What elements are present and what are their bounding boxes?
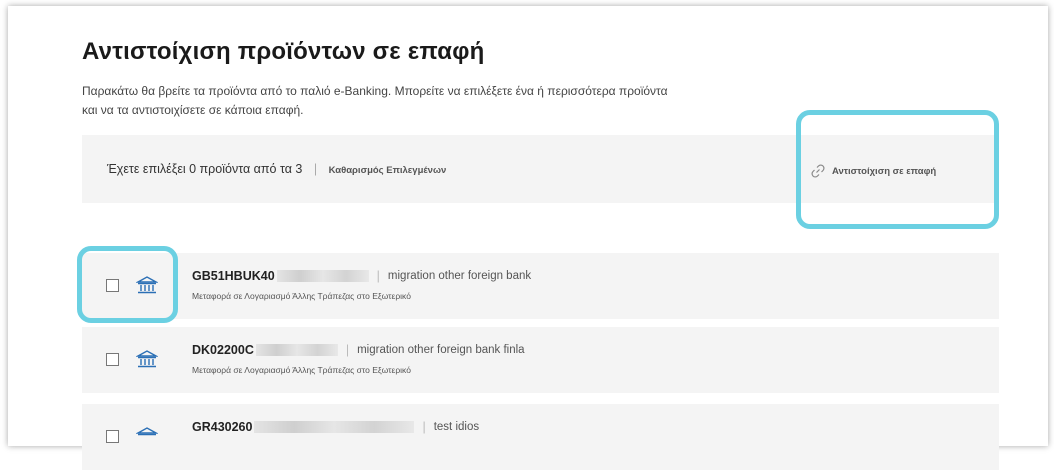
clear-selection-button[interactable]: Καθαρισμός Επιλεγμένων: [329, 165, 447, 176]
highlight-match-button: [796, 110, 999, 229]
account-line: DK02200C | migration other foreign bank …: [192, 343, 525, 357]
product-checkbox[interactable]: [106, 430, 119, 443]
account-line: GB51HBUK40 | migration other foreign ban…: [192, 269, 531, 283]
account-nickname: test idios: [433, 421, 480, 433]
account-number: GR430260: [192, 420, 253, 434]
separator: |: [376, 269, 380, 283]
separator: |: [422, 420, 426, 434]
bank-icon: [136, 350, 158, 368]
account-type: Μεταφορά σε Λογαριασμό Άλλης Τράπεζας στ…: [192, 365, 411, 375]
account-nickname: migration other foreign bank finla: [357, 344, 525, 356]
separator: |: [313, 162, 318, 176]
account-nickname: migration other foreign bank: [387, 270, 532, 282]
masked-digits: [255, 344, 338, 356]
masked-digits: [276, 270, 369, 282]
account-number: DK02200C: [192, 343, 254, 357]
product-row[interactable]: DK02200C | migration other foreign bank …: [82, 327, 999, 393]
product-row[interactable]: GB51HBUK40 | migration other foreign ban…: [82, 253, 999, 319]
selection-summary: Έχετε επιλέξει 0 προϊόντα από τα 3 | Καθ…: [107, 162, 446, 176]
page-description: Παρακάτω θα βρείτε τα προϊόντα από το πα…: [82, 84, 668, 117]
bank-icon: [136, 427, 158, 436]
selection-count: Έχετε επιλέξει 0 προϊόντα από τα 3: [107, 162, 303, 176]
product-checkbox[interactable]: [106, 353, 119, 366]
account-line: GR430260 | test idios: [192, 420, 479, 434]
masked-digits: [254, 421, 415, 433]
highlight-row-select: [77, 246, 178, 323]
account-type: Μεταφορά σε Λογαριασμό Άλλης Τράπεζας στ…: [192, 291, 411, 301]
product-row[interactable]: GR430260 | test idios: [82, 404, 999, 470]
account-number: GB51HBUK40: [192, 269, 275, 283]
separator: |: [345, 343, 350, 357]
page-title: Αντιστοίχιση προϊόντων σε επαφή: [82, 38, 485, 65]
